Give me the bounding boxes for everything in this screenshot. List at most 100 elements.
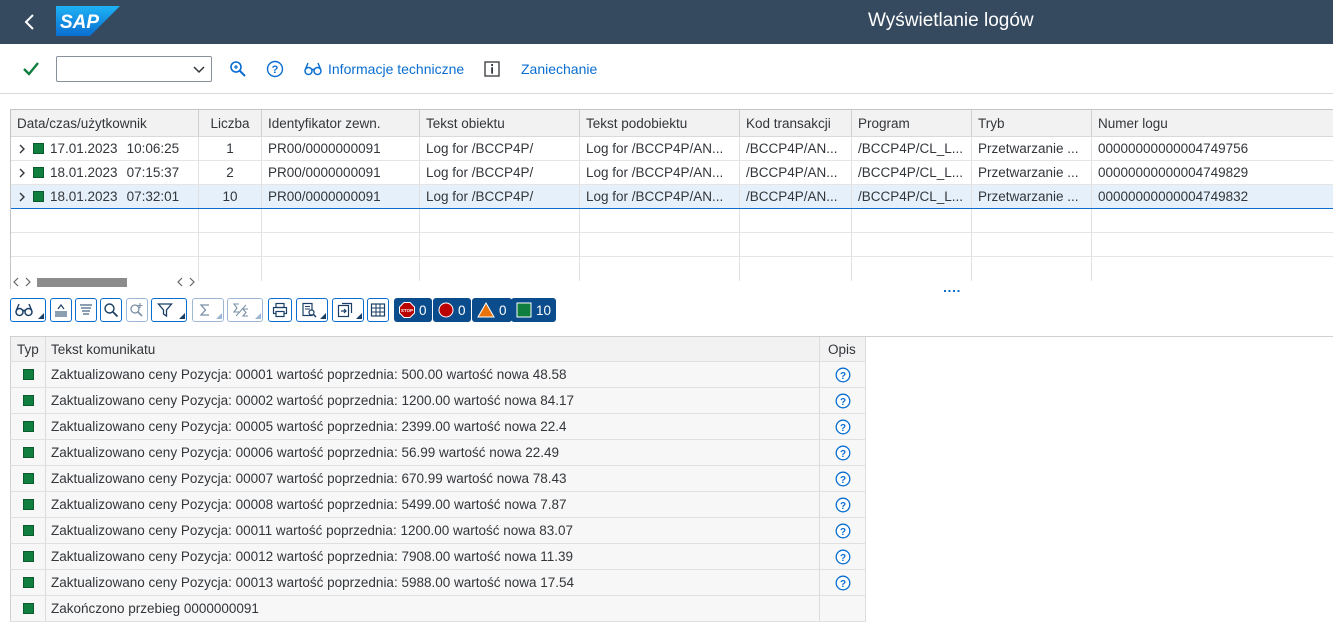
warning-counter-button[interactable]: 0 (472, 298, 512, 322)
dropdown-indicator-icon (320, 313, 326, 319)
svg-text:?: ? (839, 449, 845, 460)
help-icon[interactable]: ? (835, 575, 851, 591)
app-toolbar: ? Informacje techniczne Zaniechanie (0, 44, 1333, 94)
table-row[interactable]: Zaktualizowano ceny Pozycja: 00002 warto… (10, 388, 866, 414)
confirm-button[interactable] (22, 57, 40, 81)
row-program: /BCCP4P/CL_L... (852, 137, 972, 160)
col-header-type[interactable]: Typ (10, 337, 46, 361)
success-status-icon (22, 473, 34, 484)
success-status-icon (33, 143, 44, 154)
empty-row (11, 209, 1333, 233)
dropdown-indicator-icon (255, 313, 261, 319)
chevron-right-icon[interactable] (17, 143, 27, 155)
print-button[interactable] (268, 298, 292, 322)
success-status-icon (33, 167, 44, 178)
success-status-icon (33, 191, 44, 202)
col-header-object-text[interactable]: Tekst obiektu (420, 110, 580, 136)
row-program: /BCCP4P/CL_L... (852, 185, 972, 208)
stop-counter-button[interactable]: STOP 0 (394, 298, 432, 322)
tech-info-button[interactable]: Informacje techniczne (304, 57, 464, 81)
help-icon[interactable]: ? (835, 523, 851, 539)
info-button[interactable] (484, 57, 500, 81)
dropdown-indicator-icon (216, 313, 222, 319)
help-icon[interactable]: ? (835, 471, 851, 487)
message-text: Zaktualizowano ceny Pozycja: 00005 warto… (46, 414, 820, 439)
svg-text:?: ? (839, 527, 845, 538)
col-header-mode[interactable]: Tryb (972, 110, 1092, 136)
col-header-description[interactable]: Opis (820, 337, 866, 361)
glasses-icon (15, 303, 33, 317)
table-row[interactable]: Zaktualizowano ceny Pozycja: 00005 warto… (10, 414, 866, 440)
col-header-message-text[interactable]: Tekst komunikatu (46, 337, 820, 361)
success-status-icon (22, 447, 34, 458)
row-log-no: 00000000000004749829 (1092, 161, 1333, 184)
print-preview-button[interactable] (296, 298, 328, 322)
chevron-down-icon (193, 66, 205, 74)
table-row[interactable]: 17.01.2023 10:06:25 1 PR00/0000000091 Lo… (11, 137, 1333, 161)
row-tcode: /BCCP4P/AN... (740, 185, 852, 208)
export-button[interactable] (332, 298, 364, 322)
glasses-icon (304, 62, 322, 76)
help-icon[interactable]: ? (835, 549, 851, 565)
layout-button[interactable] (367, 298, 389, 322)
print-icon (272, 302, 288, 318)
table-row[interactable]: Zaktualizowano ceny Pozycja: 00012 warto… (10, 544, 866, 570)
col-header-count[interactable]: Liczba (199, 110, 262, 136)
sort-ascending-icon (55, 304, 67, 317)
dropdown-indicator-icon (356, 313, 362, 319)
table-row[interactable]: Zaktualizowano ceny Pozycja: 00013 warto… (10, 570, 866, 596)
find-button[interactable] (100, 298, 122, 322)
table-row[interactable]: Zaktualizowano ceny Pozycja: 00008 warto… (10, 492, 866, 518)
table-row[interactable]: Zaktualizowano ceny Pozycja: 00001 warto… (10, 362, 866, 388)
scroll-right-icon[interactable] (177, 277, 195, 287)
chevron-right-icon[interactable] (17, 167, 27, 179)
help-icon[interactable]: ? (835, 419, 851, 435)
stop-count: 0 (419, 302, 427, 318)
help-icon[interactable]: ? (835, 445, 851, 461)
col-header-tcode[interactable]: Kod transakcji (740, 110, 852, 136)
col-header-subobject-text[interactable]: Tekst podobiektu (580, 110, 740, 136)
help-icon[interactable]: ? (835, 367, 851, 383)
horizontal-scrollbar[interactable] (11, 274, 199, 288)
row-time: 07:32:01 (126, 189, 180, 204)
col-header-log-no[interactable]: Numer logu (1092, 110, 1333, 136)
error-count: 0 (458, 302, 466, 318)
row-ext-id: PR00/0000000091 (262, 137, 420, 160)
cancel-label: Zaniechanie (521, 61, 598, 77)
command-select[interactable] (56, 56, 212, 82)
success-status-icon (22, 499, 34, 510)
row-object-text: Log for /BCCP4P/ (420, 161, 580, 184)
sort-ascending-button[interactable] (50, 298, 72, 322)
help-button[interactable]: ? (266, 57, 284, 81)
details-button[interactable] (10, 298, 46, 322)
sort-descending-button[interactable] (75, 298, 97, 322)
cancel-button[interactable]: Zaniechanie (521, 57, 597, 81)
success-counter-button[interactable]: 10 (511, 298, 557, 322)
search-button[interactable] (229, 57, 247, 81)
table-row-selected[interactable]: 18.01.2023 07:32:01 10 PR00/0000000091 L… (11, 185, 1333, 209)
chevron-right-icon[interactable] (17, 191, 27, 203)
col-header-program[interactable]: Program (852, 110, 972, 136)
table-row[interactable]: Zaktualizowano ceny Pozycja: 00007 warto… (10, 466, 866, 492)
table-row[interactable]: Zaktualizowano ceny Pozycja: 00006 warto… (10, 440, 866, 466)
find-next-button[interactable] (126, 298, 148, 322)
table-row[interactable]: 18.01.2023 07:15:37 2 PR00/0000000091 Lo… (11, 161, 1333, 185)
row-date: 18.01.2023 (50, 189, 118, 204)
help-icon[interactable]: ? (835, 393, 851, 409)
help-icon[interactable]: ? (835, 497, 851, 513)
row-ext-id: PR00/0000000091 (262, 161, 420, 184)
scroll-left-icon[interactable] (13, 277, 31, 287)
row-log-no: 00000000000004749756 (1092, 137, 1333, 160)
table-row[interactable]: Zakończono przebieg 0000000091 (10, 596, 866, 622)
success-status-icon (22, 603, 34, 614)
row-log-no: 00000000000004749832 (1092, 185, 1333, 208)
col-header-ext-id[interactable]: Identyfikator zewn. (262, 110, 420, 136)
col-header-datetime[interactable]: Data/czas/użytkownik (11, 110, 199, 136)
splitter-handle[interactable] (944, 288, 960, 294)
table-row[interactable]: Zaktualizowano ceny Pozycja: 00011 warto… (10, 518, 866, 544)
subtotal-button[interactable] (227, 298, 263, 322)
scrollbar-thumb[interactable] (37, 278, 127, 287)
error-counter-button[interactable]: 0 (433, 298, 471, 322)
filter-button[interactable] (151, 298, 187, 322)
sum-button[interactable] (192, 298, 224, 322)
